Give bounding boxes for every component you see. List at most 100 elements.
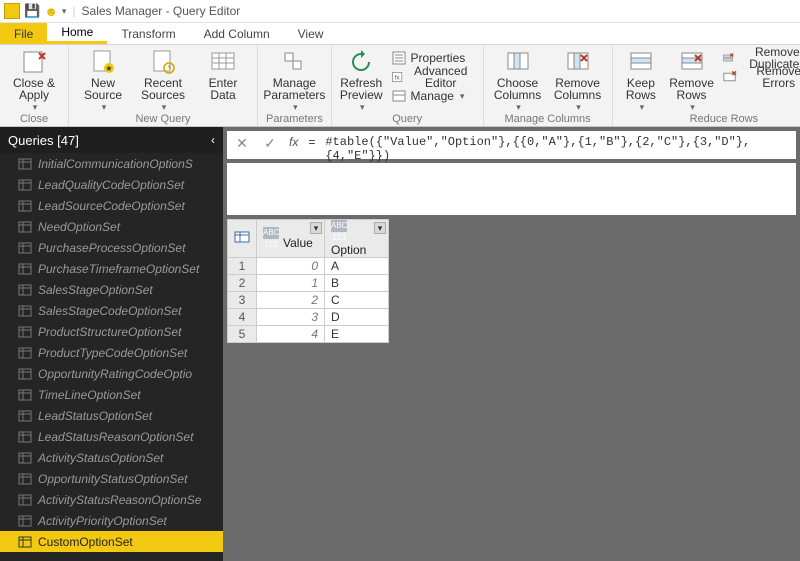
query-item[interactable]: ActivityStatusReasonOptionSe: [0, 489, 223, 510]
tab-file[interactable]: File: [0, 23, 47, 44]
column-dropdown-icon[interactable]: ▾: [374, 222, 386, 234]
query-item[interactable]: LeadStatusOptionSet: [0, 405, 223, 426]
query-item[interactable]: OpportunityStatusOptionSet: [0, 468, 223, 489]
parameters-icon: [281, 49, 307, 75]
enter-data-button[interactable]: Enter Data: [197, 49, 249, 101]
cell-value[interactable]: 4: [257, 326, 325, 343]
new-source-button[interactable]: ★ New Source: [77, 49, 129, 113]
fx-icon[interactable]: fx: [289, 135, 298, 149]
table-row[interactable]: 32C: [228, 292, 389, 309]
query-item[interactable]: SalesStageOptionSet: [0, 279, 223, 300]
query-item[interactable]: ProductTypeCodeOptionSet: [0, 342, 223, 363]
query-item-label: CustomOptionSet: [38, 535, 133, 549]
cell-value[interactable]: 0: [257, 258, 325, 275]
query-item[interactable]: NeedOptionSet: [0, 216, 223, 237]
main-area: ✕ ✓ fx = #table({"Value","Option"},{{0,"…: [223, 127, 800, 561]
table-row[interactable]: 43D: [228, 309, 389, 326]
query-item[interactable]: LeadSourceCodeOptionSet: [0, 195, 223, 216]
recent-sources-button[interactable]: Recent Sources: [137, 49, 189, 113]
group-query: Refresh Preview Properties fx Advanced E…: [332, 45, 484, 126]
query-item-label: ProductStructureOptionSet: [38, 325, 181, 339]
query-item-label: NeedOptionSet: [38, 220, 120, 234]
tab-transform[interactable]: Transform: [107, 23, 189, 44]
cell-option[interactable]: C: [325, 292, 389, 309]
query-item-label: SalesStageOptionSet: [38, 283, 153, 297]
table-row[interactable]: 10A: [228, 258, 389, 275]
remove-errors-button[interactable]: Remove Errors: [722, 68, 800, 86]
smiley-icon[interactable]: ☻: [44, 4, 58, 19]
query-item[interactable]: OpportunityRatingCodeOptio: [0, 363, 223, 384]
group-newquery-label: New Query: [135, 113, 190, 125]
query-item[interactable]: LeadStatusReasonOptionSet: [0, 426, 223, 447]
query-item[interactable]: ActivityStatusOptionSet: [0, 447, 223, 468]
cell-option[interactable]: D: [325, 309, 389, 326]
query-item-label: ActivityPriorityOptionSet: [38, 514, 167, 528]
formula-input[interactable]: #table({"Value","Option"},{{0,"A"},{1,"B…: [325, 135, 790, 163]
group-manage-columns: Choose Columns Remove Columns Manage Col…: [484, 45, 613, 126]
cell-value[interactable]: 2: [257, 292, 325, 309]
data-grid: ABC123Value▾ ABC123Option▾ 10A21B32C43D5…: [227, 219, 796, 343]
quick-access-toolbar: 💾 ☻ ▾: [24, 3, 66, 19]
table-row[interactable]: 54E: [228, 326, 389, 343]
choose-columns-icon: [505, 49, 531, 75]
advanced-editor-button[interactable]: fx Advanced Editor: [391, 68, 475, 86]
keep-rows-icon: [628, 49, 654, 75]
equals-label: =: [308, 135, 315, 149]
query-item[interactable]: PurchaseProcessOptionSet: [0, 237, 223, 258]
type-icon: ABC123: [263, 227, 279, 239]
query-item[interactable]: ProductStructureOptionSet: [0, 321, 223, 342]
row-number: 1: [228, 258, 257, 275]
query-item[interactable]: PurchaseTimeframeOptionSet: [0, 258, 223, 279]
table-icon: [18, 242, 32, 254]
query-item[interactable]: SalesStageCodeOptionSet: [0, 300, 223, 321]
app-icon: [4, 3, 20, 19]
svg-text:★: ★: [105, 64, 112, 73]
commit-formula-icon[interactable]: ✓: [261, 135, 279, 152]
tab-add-column[interactable]: Add Column: [190, 23, 284, 44]
query-item[interactable]: CustomOptionSet: [0, 531, 223, 552]
manage-parameters-button[interactable]: Manage Parameters: [268, 49, 320, 113]
query-item-label: InitialCommunicationOptionS: [38, 157, 193, 171]
remove-columns-button[interactable]: Remove Columns: [552, 49, 604, 113]
keep-rows-button[interactable]: Keep Rows: [621, 49, 662, 113]
manage-query-button[interactable]: Manage: [391, 87, 475, 105]
queries-list: InitialCommunicationOptionS LeadQualityCo…: [0, 153, 223, 561]
query-item-label: ProductTypeCodeOptionSet: [38, 346, 187, 360]
save-icon[interactable]: 💾: [24, 3, 40, 19]
grid-corner[interactable]: [228, 220, 257, 258]
query-item-label: SalesStageCodeOptionSet: [38, 304, 181, 318]
title-bar: 💾 ☻ ▾ | Sales Manager - Query Editor: [0, 0, 800, 23]
cell-option[interactable]: E: [325, 326, 389, 343]
remove-duplicates-icon: [722, 50, 734, 66]
query-item[interactable]: LeadQualityCodeOptionSet: [0, 174, 223, 195]
query-item-label: LeadStatusOptionSet: [38, 409, 152, 423]
choose-columns-button[interactable]: Choose Columns: [492, 49, 544, 113]
table-icon: [18, 494, 32, 506]
table-icon: [18, 263, 32, 275]
query-item[interactable]: ActivityPriorityOptionSet: [0, 510, 223, 531]
cell-value[interactable]: 1: [257, 275, 325, 292]
tab-view[interactable]: View: [284, 23, 338, 44]
cell-value[interactable]: 3: [257, 309, 325, 326]
collapse-icon[interactable]: ‹: [211, 133, 215, 147]
cell-option[interactable]: B: [325, 275, 389, 292]
cell-option[interactable]: A: [325, 258, 389, 275]
query-item[interactable]: TimeLineOptionSet: [0, 384, 223, 405]
dropdown-icon[interactable]: ▾: [62, 6, 67, 17]
group-query-label: Query: [392, 113, 422, 125]
close-apply-button[interactable]: Close & Apply: [8, 49, 60, 113]
queries-pane-header[interactable]: Queries [47] ‹: [0, 127, 223, 153]
query-item[interactable]: InitialCommunicationOptionS: [0, 153, 223, 174]
column-dropdown-icon[interactable]: ▾: [310, 222, 322, 234]
remove-columns-icon: [565, 49, 591, 75]
column-header-value[interactable]: ABC123Value▾: [257, 220, 325, 258]
cancel-formula-icon[interactable]: ✕: [233, 135, 251, 152]
remove-rows-button[interactable]: Remove Rows: [669, 49, 714, 113]
row-number: 3: [228, 292, 257, 309]
table-icon: [18, 158, 32, 170]
table-row[interactable]: 21B: [228, 275, 389, 292]
column-header-option[interactable]: ABC123Option▾: [325, 220, 389, 258]
refresh-preview-button[interactable]: Refresh Preview: [340, 49, 383, 113]
tab-home[interactable]: Home: [47, 23, 107, 44]
group-reduce-rows: Keep Rows Remove Rows Remove Duplicates …: [613, 45, 800, 126]
